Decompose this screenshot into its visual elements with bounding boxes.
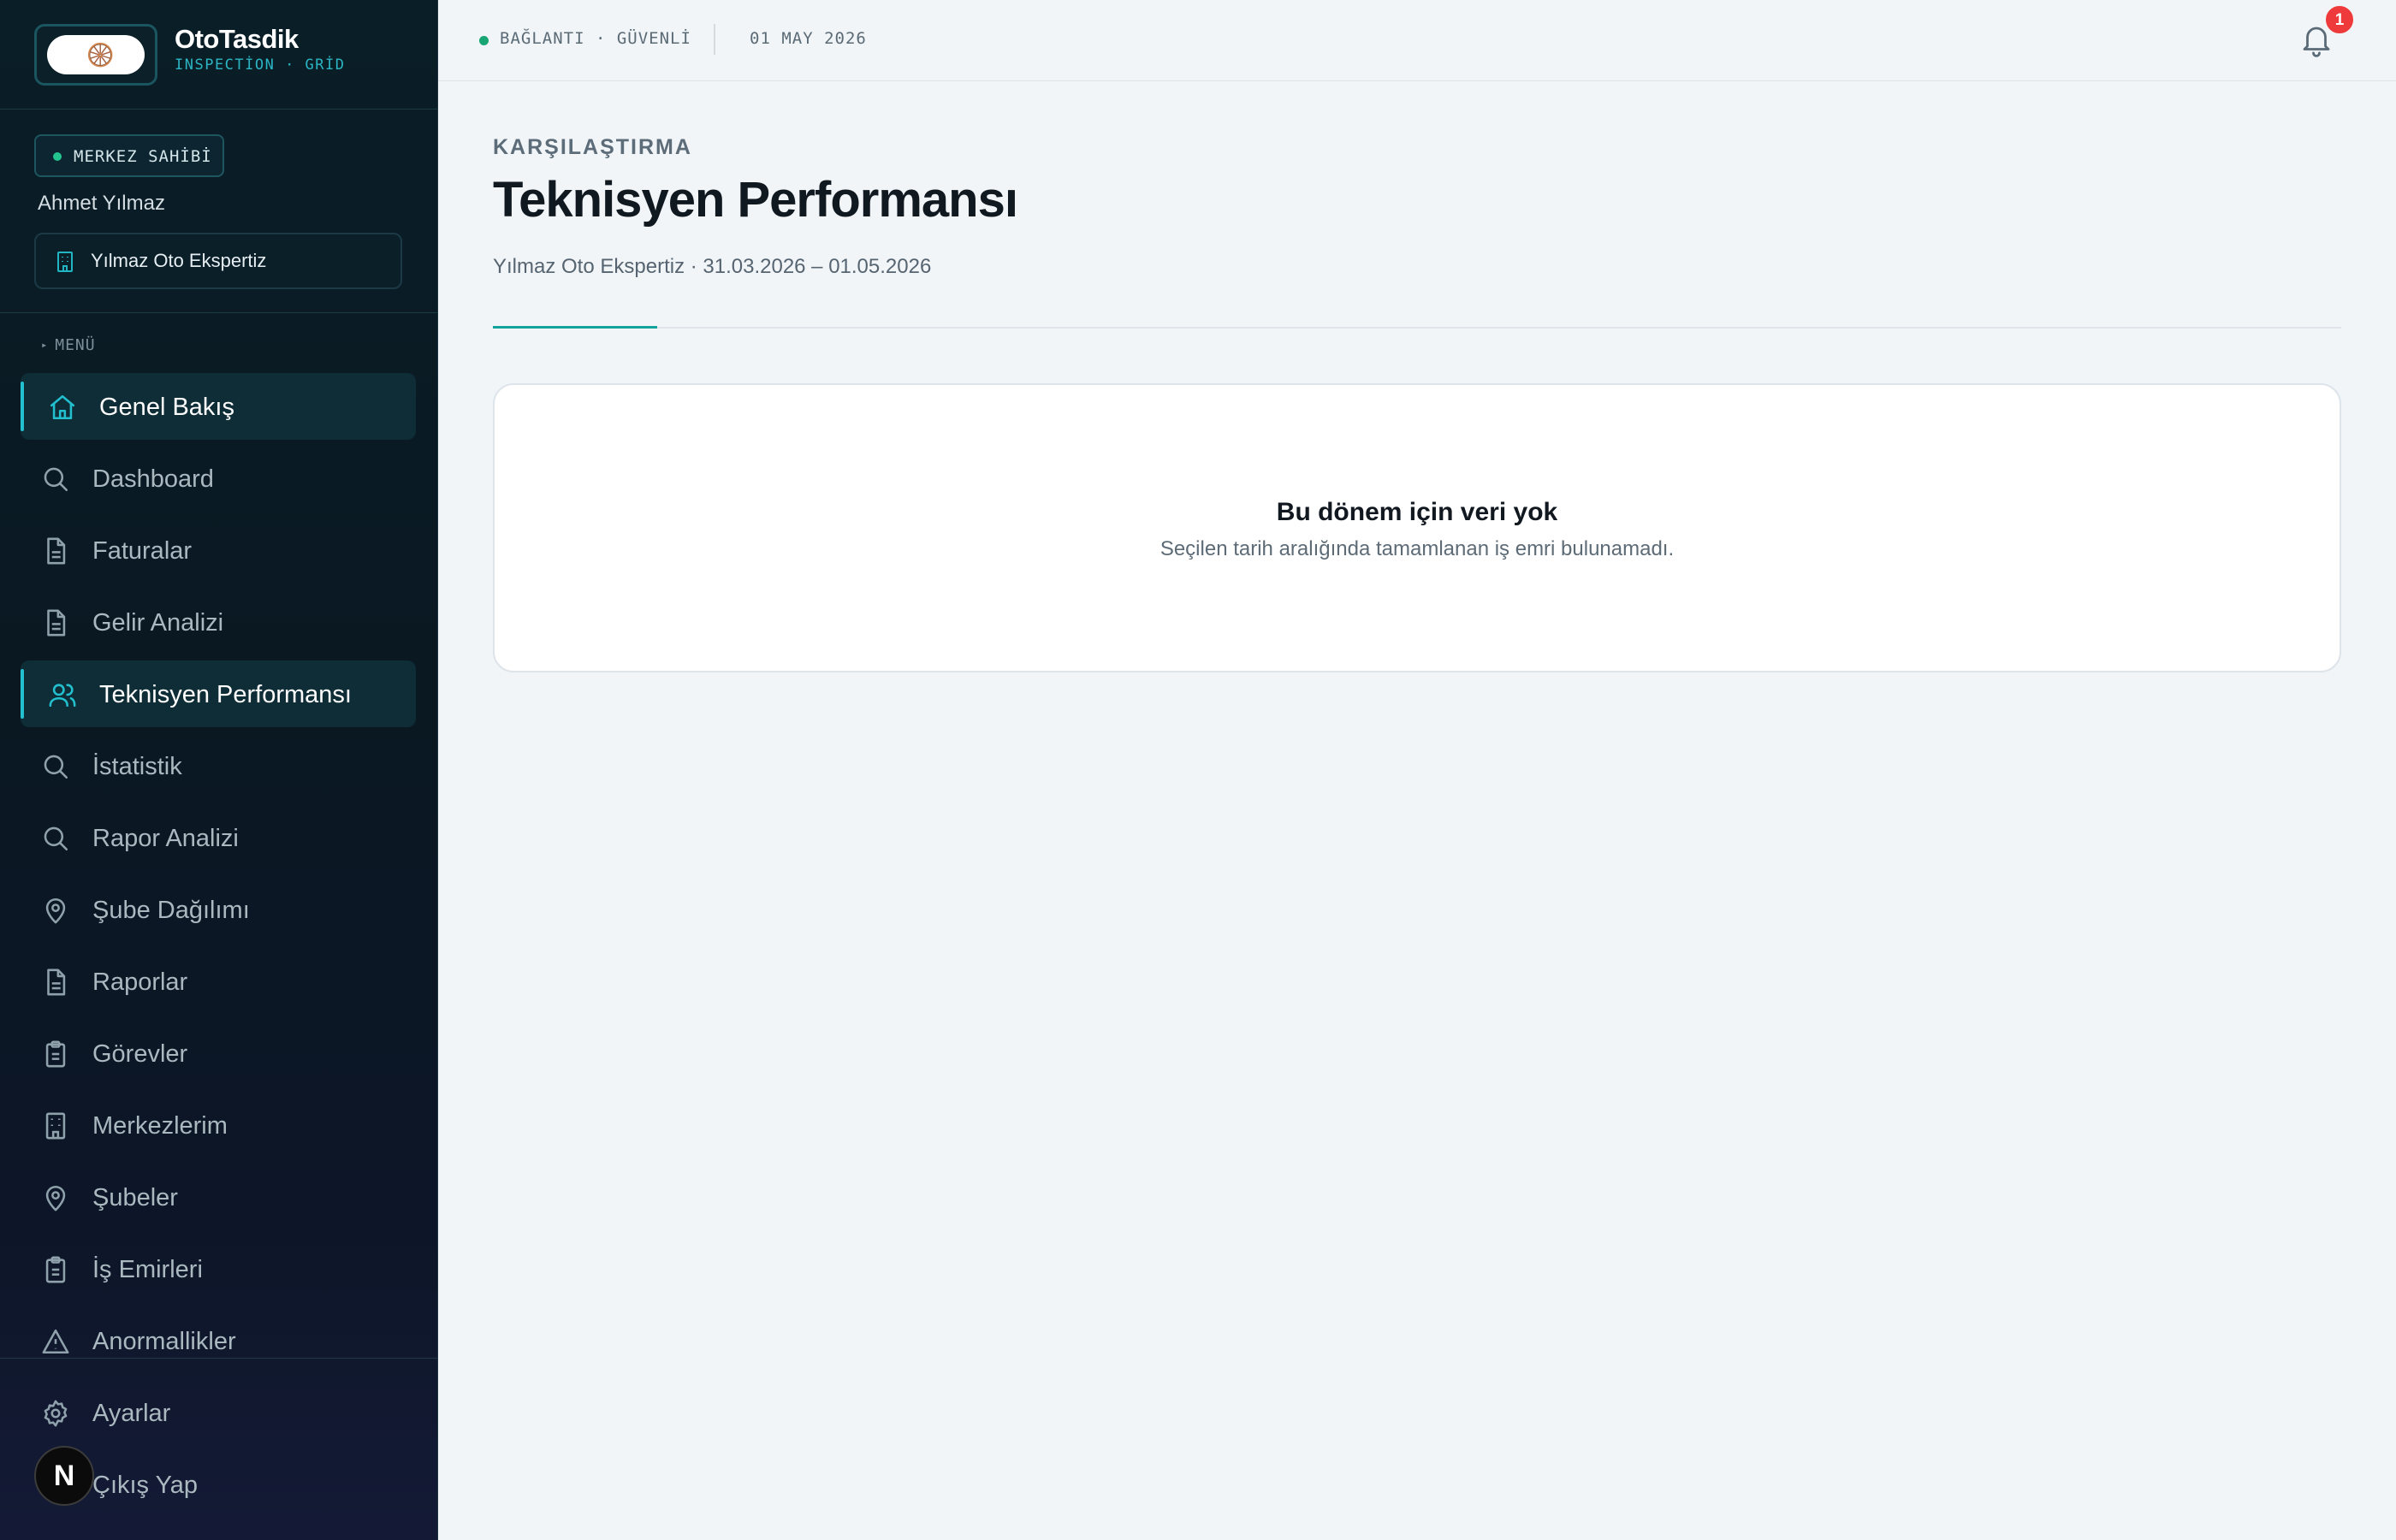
divider (714, 24, 715, 55)
brand-name: OtoTasdik (175, 24, 299, 54)
organization-name: Yılmaz Oto Ekspertiz (91, 250, 267, 271)
role-label: MERKEZ SAHİBİ (74, 147, 212, 166)
sidebar-item-label: Faturalar (92, 537, 193, 565)
sidebar-item-genel-bakis[interactable]: Genel Bakış (21, 373, 416, 440)
sidebar-item-rapor-analizi[interactable]: Rapor Analizi (21, 804, 416, 871)
building-icon (57, 252, 73, 272)
header-divider (493, 327, 2341, 329)
sidebar-item-label: İstatistik (92, 753, 182, 780)
sidebar-item-label: Genel Bakış (99, 394, 234, 421)
sidebar-item-label: Şube Dağılımı (92, 897, 250, 924)
home-icon (50, 394, 75, 420)
sidebar-item-label: Dashboard (92, 465, 214, 493)
sidebar-item-raporlar[interactable]: Raporlar (21, 948, 416, 1015)
status-dot (53, 152, 62, 161)
brand-header: 🛞 OtoTasdik INSPECTİON · GRİD (0, 0, 438, 110)
sidebar-item-label: Şubeler (92, 1184, 178, 1211)
sidebar-item-label: Çıkış Yap (92, 1472, 199, 1499)
empty-state-title: Bu dönem için veri yok (1276, 498, 1558, 526)
user-name: Ahmet Yılmaz (38, 192, 165, 215)
map-pin-icon (45, 1185, 66, 1211)
sidebar-item-label: Raporlar (92, 968, 188, 996)
notification-badge[interactable]: 1 (2323, 3, 2356, 36)
role-badge: MERKEZ SAHİBİ (34, 134, 224, 177)
menu-label-text: MENÜ (55, 336, 96, 354)
page-title: Teknisyen Performansı (493, 172, 1018, 228)
document-icon (47, 968, 66, 996)
sidebar-item-subeler[interactable]: Şubeler (21, 1164, 416, 1230)
sidebar: 🛞 OtoTasdik INSPECTİON · GRİD MERKEZ SAH… (0, 0, 438, 1540)
sidebar-item-faturalar[interactable]: Faturalar (21, 517, 416, 583)
sidebar-item-is-emirleri[interactable]: İş Emirleri (21, 1235, 416, 1302)
search-icon (44, 826, 68, 851)
empty-state-card: Bu dönem için veri yok Seçilen tarih ara… (493, 383, 2341, 672)
sidebar-item-label: Teknisyen Performansı (99, 681, 352, 708)
header-divider-accent (493, 326, 657, 329)
sidebar-item-label: Görevler (92, 1040, 188, 1068)
divider (0, 1358, 438, 1359)
sidebar-item-teknisyen-performansi[interactable]: Teknisyen Performansı (21, 660, 416, 727)
sidebar-item-istatistik[interactable]: İstatistik (21, 732, 416, 799)
sidebar-item-label: İş Emirleri (92, 1256, 203, 1283)
page-subtitle: Yılmaz Oto Ekspertiz · 31.03.2026 – 01.0… (493, 255, 932, 278)
top-bar: BAĞLANTI · GÜVENLİ 01 MAY 2026 1 (438, 0, 2396, 81)
search-icon (44, 467, 68, 492)
logo-pill: 🛞 (47, 35, 145, 74)
dev-tools-badge[interactable]: N (34, 1446, 94, 1506)
search-icon (44, 755, 68, 779)
map-pin-icon (45, 897, 66, 924)
sidebar-item-anormallikler[interactable]: Anormallikler (21, 1307, 416, 1374)
page-eyebrow: KARŞILAŞTIRMA (493, 135, 692, 159)
sidebar-item-gelir-analizi[interactable]: Gelir Analizi (21, 589, 416, 655)
document-icon (47, 537, 66, 565)
clipboard-icon (45, 1040, 66, 1068)
sidebar-item-label: Gelir Analizi (92, 609, 224, 637)
document-icon (47, 609, 66, 637)
sidebar-item-gorevler[interactable]: Görevler (21, 1020, 416, 1087)
dev-badge-letter: N (53, 1460, 75, 1492)
logo-icon: 🛞 (86, 42, 115, 68)
logo[interactable]: 🛞 (34, 24, 157, 86)
brand-tagline: INSPECTİON · GRİD (175, 56, 346, 74)
warning-icon (42, 1329, 69, 1354)
current-date: 01 MAY 2026 (750, 29, 867, 48)
connection-status-dot (479, 36, 489, 45)
menu-section-label: ▸ MENÜ (41, 336, 96, 354)
empty-state-message: Seçilen tarih aralığında tamamlanan iş e… (1159, 537, 1675, 560)
sidebar-item-label: Ayarlar (92, 1400, 171, 1427)
building-icon (45, 1112, 66, 1140)
notification-count: 1 (2334, 11, 2345, 29)
gear-icon (44, 1400, 68, 1427)
sidebar-item-ayarlar[interactable]: Ayarlar (21, 1379, 416, 1446)
sidebar-item-merkezlerim[interactable]: Merkezlerim (21, 1092, 416, 1158)
connection-status: BAĞLANTI · GÜVENLİ (500, 29, 691, 48)
sidebar-item-label: Merkezlerim (92, 1112, 228, 1140)
sidebar-item-dashboard[interactable]: Dashboard (21, 445, 416, 512)
divider (0, 312, 438, 313)
clipboard-icon (45, 1256, 66, 1283)
organization-selector[interactable]: Yılmaz Oto Ekspertiz (34, 233, 402, 289)
sidebar-item-label: Anormallikler (92, 1328, 236, 1355)
sidebar-item-sube-dagilimi[interactable]: Şube Dağılımı (21, 876, 416, 943)
users-icon (49, 684, 76, 708)
triangle-right-icon: ▸ (41, 339, 49, 351)
sidebar-item-label: Rapor Analizi (92, 825, 239, 852)
